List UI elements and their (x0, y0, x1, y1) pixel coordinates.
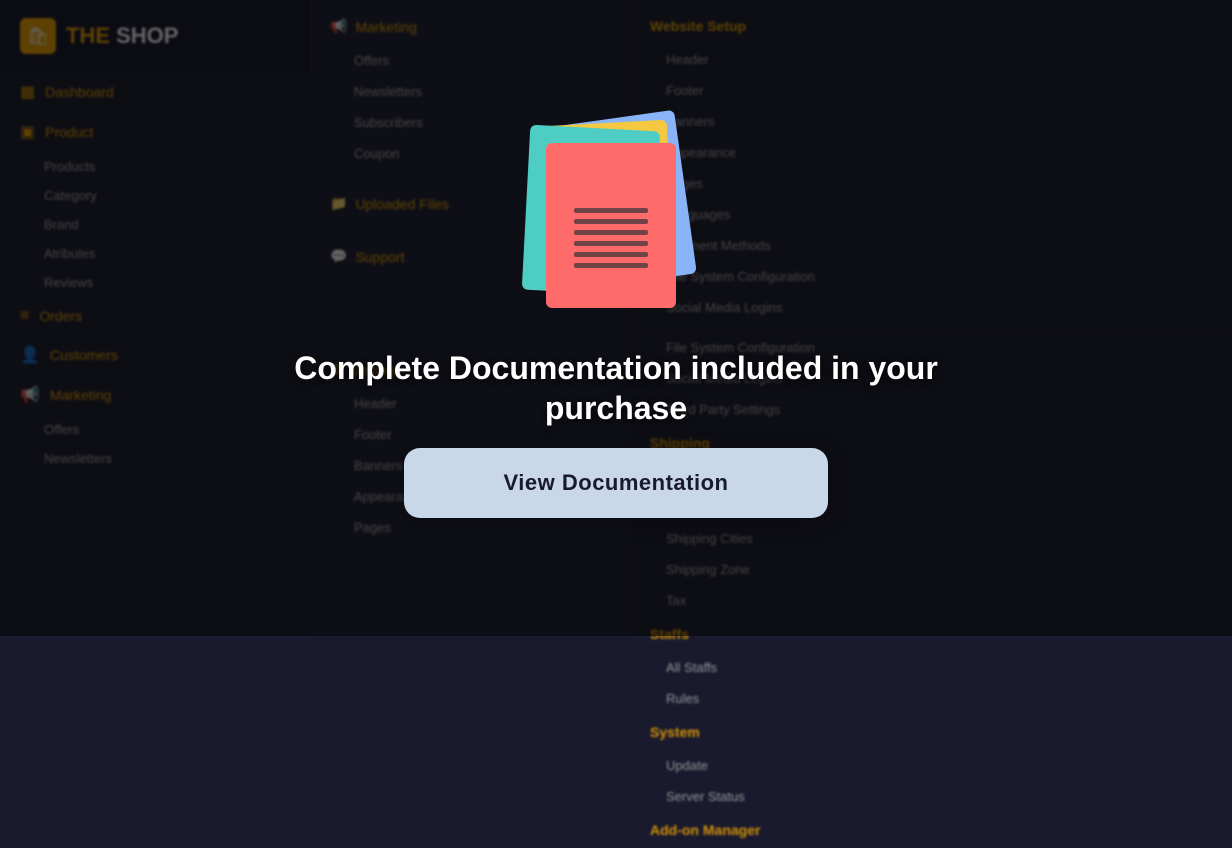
addon-header: Add-on Manager (630, 812, 1232, 848)
modal-content: Complete Documentation included in your … (291, 118, 941, 518)
doc-lines (574, 208, 648, 274)
modal-overlay: Complete Documentation included in your … (0, 0, 1232, 636)
doc-line-2 (574, 219, 648, 224)
doc-line-1 (574, 208, 648, 213)
doc-line-3 (574, 230, 648, 235)
view-documentation-button[interactable]: View Documentation (404, 448, 829, 518)
doc-line-6 (574, 263, 648, 268)
menu-update[interactable]: Update (630, 750, 1232, 781)
system-header: System (630, 714, 1232, 750)
doc-line-4 (574, 241, 648, 246)
doc-icon-stack (526, 118, 706, 318)
menu-rules[interactable]: Rules (630, 683, 1232, 714)
doc-line-5 (574, 252, 648, 257)
modal-title: Complete Documentation included in your … (291, 348, 941, 428)
menu-all-staffs[interactable]: All Staffs (630, 652, 1232, 683)
menu-server-status[interactable]: Server Status (630, 781, 1232, 812)
doc-page-red (546, 143, 676, 308)
